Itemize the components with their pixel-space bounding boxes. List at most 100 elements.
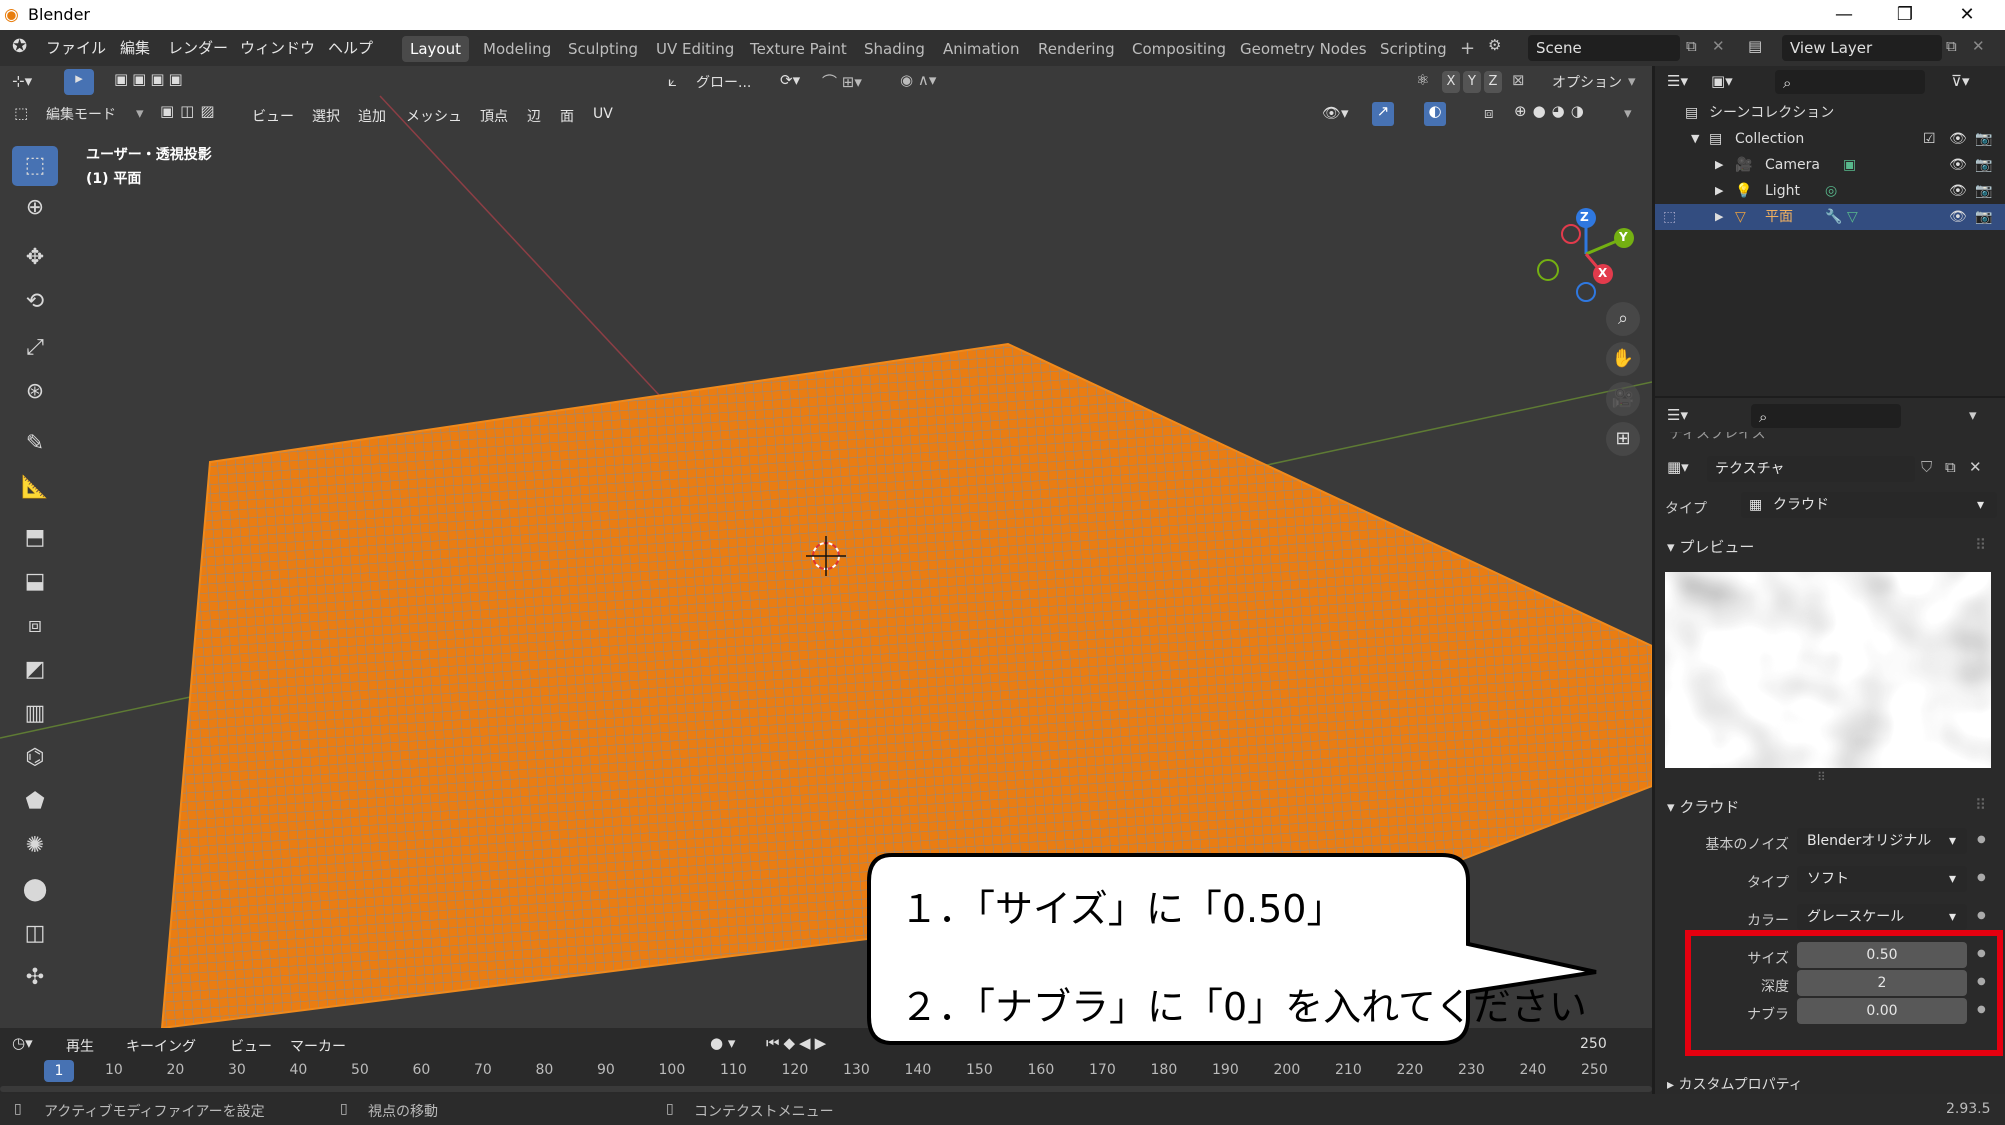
overlay-toggle-icon[interactable]: ◐ xyxy=(1424,102,1446,126)
maximize-button[interactable]: ❒ xyxy=(1876,0,1934,30)
menu-window[interactable]: ウィンドウ xyxy=(240,37,315,58)
tab-shading[interactable]: Shading xyxy=(856,36,933,62)
cursor-tool-icon[interactable]: ⊕ xyxy=(12,188,58,228)
eye-icon[interactable]: 👁 xyxy=(1949,178,1967,204)
vp-menu-face[interactable]: 面 xyxy=(560,106,574,126)
eye-icon[interactable]: 👁 xyxy=(1949,204,1967,230)
select-mode-icons[interactable]: ▣▣▣▣ xyxy=(114,70,240,94)
checkbox-icon[interactable]: ☑ xyxy=(1923,126,1936,152)
eye-icon[interactable]: 👁 xyxy=(1949,126,1967,152)
vp-menu-select[interactable]: 選択 xyxy=(312,106,340,126)
outliner-search-input[interactable]: ⌕ xyxy=(1775,70,1925,94)
remove-view-layer-icon[interactable]: ✕ xyxy=(1972,37,1985,55)
vp-menu-edge[interactable]: 辺 xyxy=(527,106,541,126)
scene-field[interactable]: Scene xyxy=(1528,35,1680,61)
render-camera-icon[interactable]: 📷 xyxy=(1975,152,1992,178)
outliner-item-light[interactable]: ▶ 💡 Light ◎ 👁 📷 xyxy=(1655,178,2005,204)
timeline-editor-icon[interactable]: ◷▾ xyxy=(12,1034,33,1052)
smooth-tool-icon[interactable]: ⬤ xyxy=(12,870,58,910)
vp-menu-add[interactable]: 追加 xyxy=(358,106,386,126)
gizmo-x-label[interactable]: X xyxy=(1598,266,1607,280)
auto-merge-icon[interactable]: ⊠ xyxy=(1512,71,1525,89)
tl-menu-marker[interactable]: マーカー xyxy=(290,1036,346,1056)
select-tool-icon[interactable]: ▸ xyxy=(64,69,94,95)
add-cube-tool-icon[interactable]: ⬒ xyxy=(12,518,58,558)
shading-mode-icons[interactable]: ⊕●◕◑ xyxy=(1514,102,1624,126)
tl-menu-playback[interactable]: 再生 xyxy=(66,1036,94,1056)
properties-editor-icon[interactable]: ☰▾ xyxy=(1667,406,1688,424)
tab-sculpting[interactable]: Sculpting xyxy=(560,36,646,62)
poly-build-tool-icon[interactable]: ⬟ xyxy=(12,782,58,822)
texture-name-field[interactable]: テクスチャ xyxy=(1707,456,1915,482)
transform-tool-icon[interactable]: ⊛ xyxy=(12,372,58,412)
vp-menu-mesh[interactable]: メッシュ xyxy=(406,106,462,126)
render-camera-icon[interactable]: 📷 xyxy=(1975,204,1992,230)
ortho-grid-icon[interactable]: ⊞ xyxy=(1606,422,1640,456)
custom-properties-header[interactable]: ▸ カスタムプロパティ xyxy=(1667,1074,1803,1094)
camera-view-icon[interactable]: 🎥 xyxy=(1606,382,1640,416)
proportional-edit-icon[interactable]: ◉ ∧▾ xyxy=(900,71,936,89)
noise-basis-dropdown[interactable]: Blenderオリジナル ▾ xyxy=(1797,828,1967,854)
menu-help[interactable]: ヘルプ xyxy=(328,37,373,58)
tab-geometry-nodes[interactable]: Geometry Nodes xyxy=(1232,36,1375,62)
edge-slide-tool-icon[interactable]: ◫ xyxy=(12,914,58,954)
tl-menu-view[interactable]: ビュー xyxy=(230,1036,272,1056)
texture-type-dropdown[interactable]: ▦ クラウド ▾ xyxy=(1741,492,1997,518)
tab-texture-paint[interactable]: Texture Paint xyxy=(742,36,855,62)
unlink-icon[interactable]: ✕ xyxy=(1969,458,1982,476)
keyframe-dot-icon[interactable]: ● xyxy=(1977,910,1986,921)
expand-chevron-icon[interactable]: ▶ xyxy=(1715,204,1723,230)
timeline-scrollbar[interactable] xyxy=(0,1086,1652,1092)
tab-modeling[interactable]: Modeling xyxy=(475,36,559,62)
measure-tool-icon[interactable]: 📐 xyxy=(12,468,58,508)
preview-resize-handle-icon[interactable]: ⠿ xyxy=(1817,770,1826,784)
cloud-type-dropdown[interactable]: ソフト ▾ xyxy=(1797,866,1967,892)
gizmo-toggle-icon[interactable]: ↗ xyxy=(1372,102,1394,126)
eye-icon[interactable]: 👁 xyxy=(1949,152,1967,178)
knife-tool-icon[interactable]: ⌬ xyxy=(12,738,58,778)
move-tool-icon[interactable]: ✥ xyxy=(12,238,58,278)
outliner-scene-collection[interactable]: ▤ シーンコレクション xyxy=(1655,100,2005,126)
preview-section-header[interactable]: ▾ プレビュー xyxy=(1667,536,1754,557)
outliner-item-camera[interactable]: ▶ 🎥 Camera ▣ 👁 📷 xyxy=(1655,152,2005,178)
clouds-section-header[interactable]: ▾ クラウド xyxy=(1667,796,1739,817)
fake-user-shield-icon[interactable]: ⛉ xyxy=(1921,458,1932,476)
keyframe-dot-icon[interactable]: ● xyxy=(1977,834,1986,845)
mirror-z-toggle[interactable]: Z xyxy=(1484,71,1502,93)
drag-handle-icon[interactable]: ⠿ xyxy=(1975,536,1986,554)
options-chevron-icon[interactable]: ▾ xyxy=(1628,72,1636,90)
tl-menu-keying[interactable]: キーイング xyxy=(126,1036,196,1056)
filter-icon[interactable]: ⊽▾ xyxy=(1951,72,1970,90)
add-workspace-button[interactable]: + xyxy=(1452,36,1483,62)
expand-chevron-icon[interactable]: ▶ xyxy=(1715,178,1723,204)
panel-chevron-icon[interactable]: ▾ xyxy=(1969,406,1977,424)
playback-controls-icons[interactable]: ⏮◆◀▶ xyxy=(766,1034,830,1052)
options-dropdown[interactable]: オプション xyxy=(1552,72,1622,92)
tab-layout[interactable]: Layout xyxy=(402,36,469,62)
bevel-tool-icon[interactable]: ◩ xyxy=(12,650,58,690)
close-button[interactable]: ✕ xyxy=(1938,0,1996,30)
scale-tool-icon[interactable]: ⤢ xyxy=(12,328,58,368)
transform-orientation[interactable]: グロー... xyxy=(696,72,751,92)
displace-section-header[interactable]: ディスプレイス xyxy=(1669,432,1766,444)
vp-menu-uv[interactable]: UV xyxy=(593,106,613,122)
new-scene-icon[interactable]: ⧉ xyxy=(1686,37,1697,55)
gizmo-y-label[interactable]: Y xyxy=(1619,230,1628,244)
properties-search-input[interactable]: ⌕ xyxy=(1751,404,1901,428)
loop-cut-tool-icon[interactable]: ▥ xyxy=(12,694,58,734)
remove-scene-icon[interactable]: ✕ xyxy=(1712,37,1725,55)
tab-animation[interactable]: Animation xyxy=(935,36,1027,62)
mirror-icon[interactable]: ⚛ xyxy=(1416,71,1429,89)
mirror-y-toggle[interactable]: Y xyxy=(1463,71,1481,93)
xray-icon[interactable]: ⧈ xyxy=(1484,104,1494,122)
spin-tool-icon[interactable]: ✺ xyxy=(12,826,58,866)
tab-compositing[interactable]: Compositing xyxy=(1124,36,1234,62)
select-box-tool-icon[interactable]: ⬚ xyxy=(12,146,58,186)
tab-uv-editing[interactable]: UV Editing xyxy=(648,36,742,62)
select-element-icons[interactable]: ▣◫▨ xyxy=(160,102,234,126)
expand-chevron-icon[interactable]: ▶ xyxy=(1715,152,1723,178)
display-mode-icon[interactable]: ▣▾ xyxy=(1711,72,1733,90)
visibility-icon[interactable]: 👁▾ xyxy=(1322,104,1349,122)
duplicate-icon[interactable]: ⧉ xyxy=(1945,458,1956,476)
vp-menu-vertex[interactable]: 頂点 xyxy=(480,106,508,126)
